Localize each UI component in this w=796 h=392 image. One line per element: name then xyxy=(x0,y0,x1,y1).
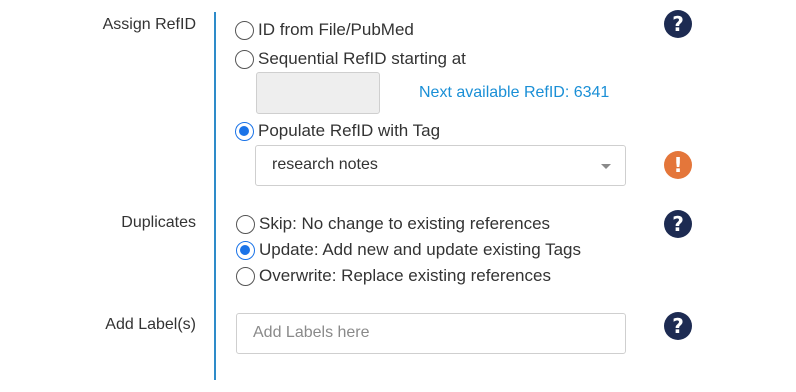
exclamation-icon: ! xyxy=(664,151,692,179)
radio-button[interactable] xyxy=(236,214,255,234)
add-labels-label: Add Label(s) xyxy=(105,316,196,333)
tag-select-value: research notes xyxy=(272,156,378,173)
question-mark-icon[interactable]: ? xyxy=(664,10,692,38)
radio-label: Update: Add new and update existing Tags xyxy=(259,240,581,259)
radio-label: Sequential RefID starting at xyxy=(258,49,466,68)
radio-overwrite[interactable]: Overwrite: Replace existing references xyxy=(236,266,551,286)
radio-populate-refid-with-tag[interactable]: Populate RefID with Tag xyxy=(235,121,440,141)
question-mark-icon[interactable]: ? xyxy=(664,312,692,340)
radio-sequential-refid[interactable]: Sequential RefID starting at xyxy=(235,49,466,69)
radio-label: Populate RefID with Tag xyxy=(258,121,441,140)
section-divider xyxy=(214,12,216,380)
radio-button[interactable] xyxy=(235,121,254,141)
radio-update[interactable]: Update: Add new and update existing Tags xyxy=(236,240,581,260)
question-mark-icon[interactable]: ? xyxy=(664,210,692,238)
radio-skip[interactable]: Skip: No change to existing references xyxy=(236,214,550,234)
sequential-start-input[interactable] xyxy=(256,72,380,114)
add-labels-input[interactable]: Add Labels here xyxy=(236,313,626,354)
radio-id-from-file[interactable]: ID from File/PubMed xyxy=(235,20,414,40)
tag-select[interactable]: research notes xyxy=(255,145,626,186)
radio-label: Overwrite: Replace existing references xyxy=(259,266,551,285)
chevron-down-icon xyxy=(601,164,611,169)
radio-button[interactable] xyxy=(235,20,254,40)
radio-button[interactable] xyxy=(236,266,255,286)
duplicates-label: Duplicates xyxy=(121,214,196,231)
radio-label: ID from File/PubMed xyxy=(258,20,414,39)
assign-refid-label: Assign RefID xyxy=(102,16,196,33)
radio-button[interactable] xyxy=(236,240,255,260)
radio-label: Skip: No change to existing references xyxy=(259,214,551,233)
radio-button[interactable] xyxy=(235,49,254,69)
next-available-refid: Next available RefID: 6341 xyxy=(419,84,610,101)
add-labels-placeholder: Add Labels here xyxy=(253,324,370,341)
